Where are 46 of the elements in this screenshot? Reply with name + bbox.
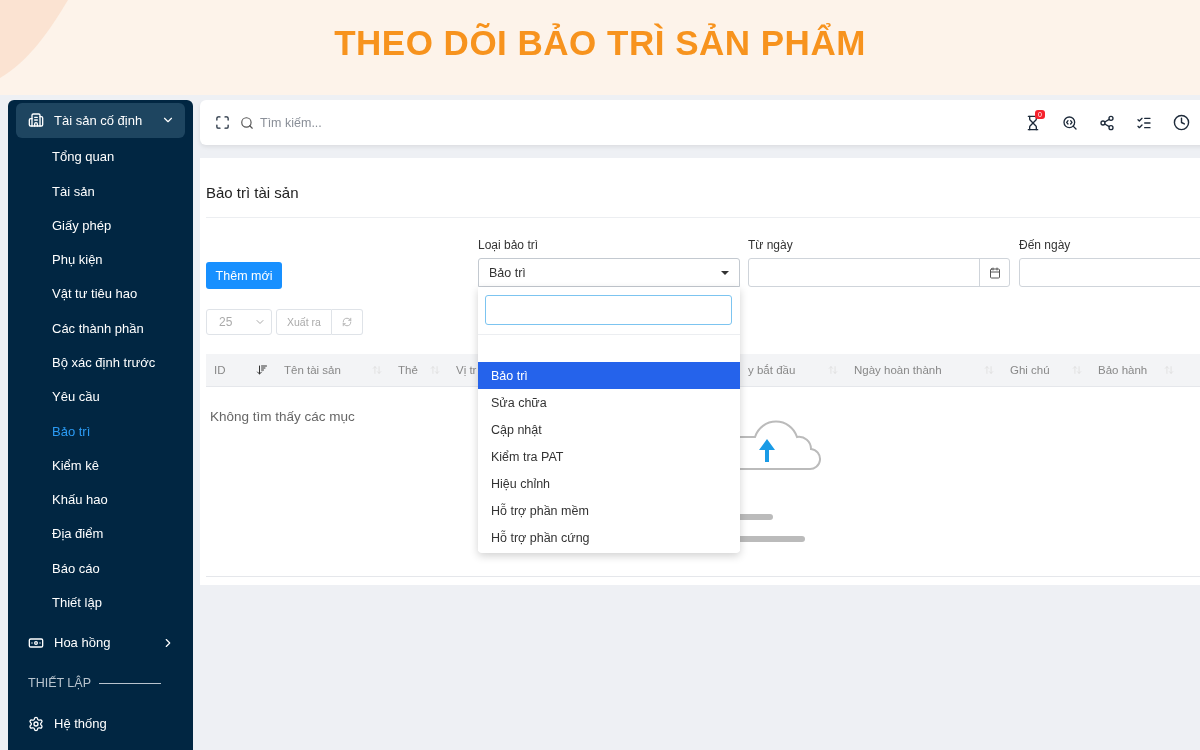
sidebar-item[interactable]: Hệ thống	[16, 706, 185, 741]
sort-icon[interactable]	[256, 364, 268, 376]
page-title: Bảo trì tài sản	[206, 158, 1200, 218]
dropdown-option[interactable]: Hỗ trợ phần mềm	[478, 497, 740, 524]
sidebar-item[interactable]: Giấy phép	[16, 208, 185, 243]
share-icon	[1099, 114, 1115, 131]
date-field[interactable]	[1019, 258, 1200, 287]
sidebar-item[interactable]: Kiểm kê	[16, 448, 185, 483]
dropdown-option[interactable]: Hỗ trợ phần cứng	[478, 524, 740, 551]
section-label: THIẾT LẬP	[28, 676, 91, 691]
sidebar-item[interactable]: Thiết lập	[16, 585, 185, 620]
sidebar-item[interactable]: Phụ kiện	[16, 242, 185, 277]
dropdown-search-field[interactable]	[485, 295, 732, 325]
sidebar-item[interactable]: Báo cáo	[16, 550, 185, 586]
dropdown-option[interactable]: Bảo trì	[478, 362, 740, 389]
refresh-icon	[341, 316, 352, 327]
dropdown-option[interactable]: Sửa chữa	[478, 389, 740, 416]
sidebar-item[interactable]: Khấu hao	[16, 482, 185, 517]
caret-icon	[721, 270, 729, 275]
sidebar-item[interactable]: Bảo trì	[16, 413, 185, 449]
banner-title: THEO DÕI BẢO TRÌ SẢN PHẨM	[334, 22, 866, 63]
sidebar-item[interactable]: Yêu cầu	[16, 379, 185, 414]
sidebar-item[interactable]: Tài sản	[16, 174, 185, 209]
magnifier-icon	[1062, 114, 1078, 131]
sidebar-item[interactable]: Bộ xác định trước	[16, 345, 185, 380]
calendar-icon[interactable]	[988, 266, 1001, 279]
settings-icon	[28, 715, 44, 732]
sidebar-item[interactable]: Các thành phần	[16, 311, 185, 346]
sidebar-item[interactable]: Vật tư tiêu hao	[16, 276, 185, 312]
clock-icon	[1172, 114, 1190, 131]
refresh-button[interactable]	[331, 308, 363, 335]
dropdown-option[interactable]: Hiệu chỉnh	[478, 470, 740, 497]
fullscreen-icon[interactable]	[215, 115, 230, 130]
field-label: Đến ngày	[1019, 238, 1072, 252]
field-label: Từ ngày	[748, 238, 794, 252]
sidebar-item[interactable]: Tổng quan	[16, 139, 185, 174]
dropdown-option[interactable]: Cập nhật	[478, 416, 740, 443]
sidebar-group[interactable]: Tài sản cố định	[16, 103, 185, 138]
sidebar-group[interactable]: Hoa hồng	[16, 625, 185, 661]
field-label: Loại bảo trì	[478, 238, 540, 252]
empty-message: Không tìm thấy các mục	[210, 409, 355, 424]
search-icon	[240, 115, 254, 130]
dropdown-option[interactable]: Kiểm tra PAT	[478, 443, 740, 470]
date-field[interactable]	[748, 258, 1010, 287]
sidebar-item[interactable]: Địa điểm	[16, 516, 185, 551]
building-icon	[28, 112, 44, 129]
